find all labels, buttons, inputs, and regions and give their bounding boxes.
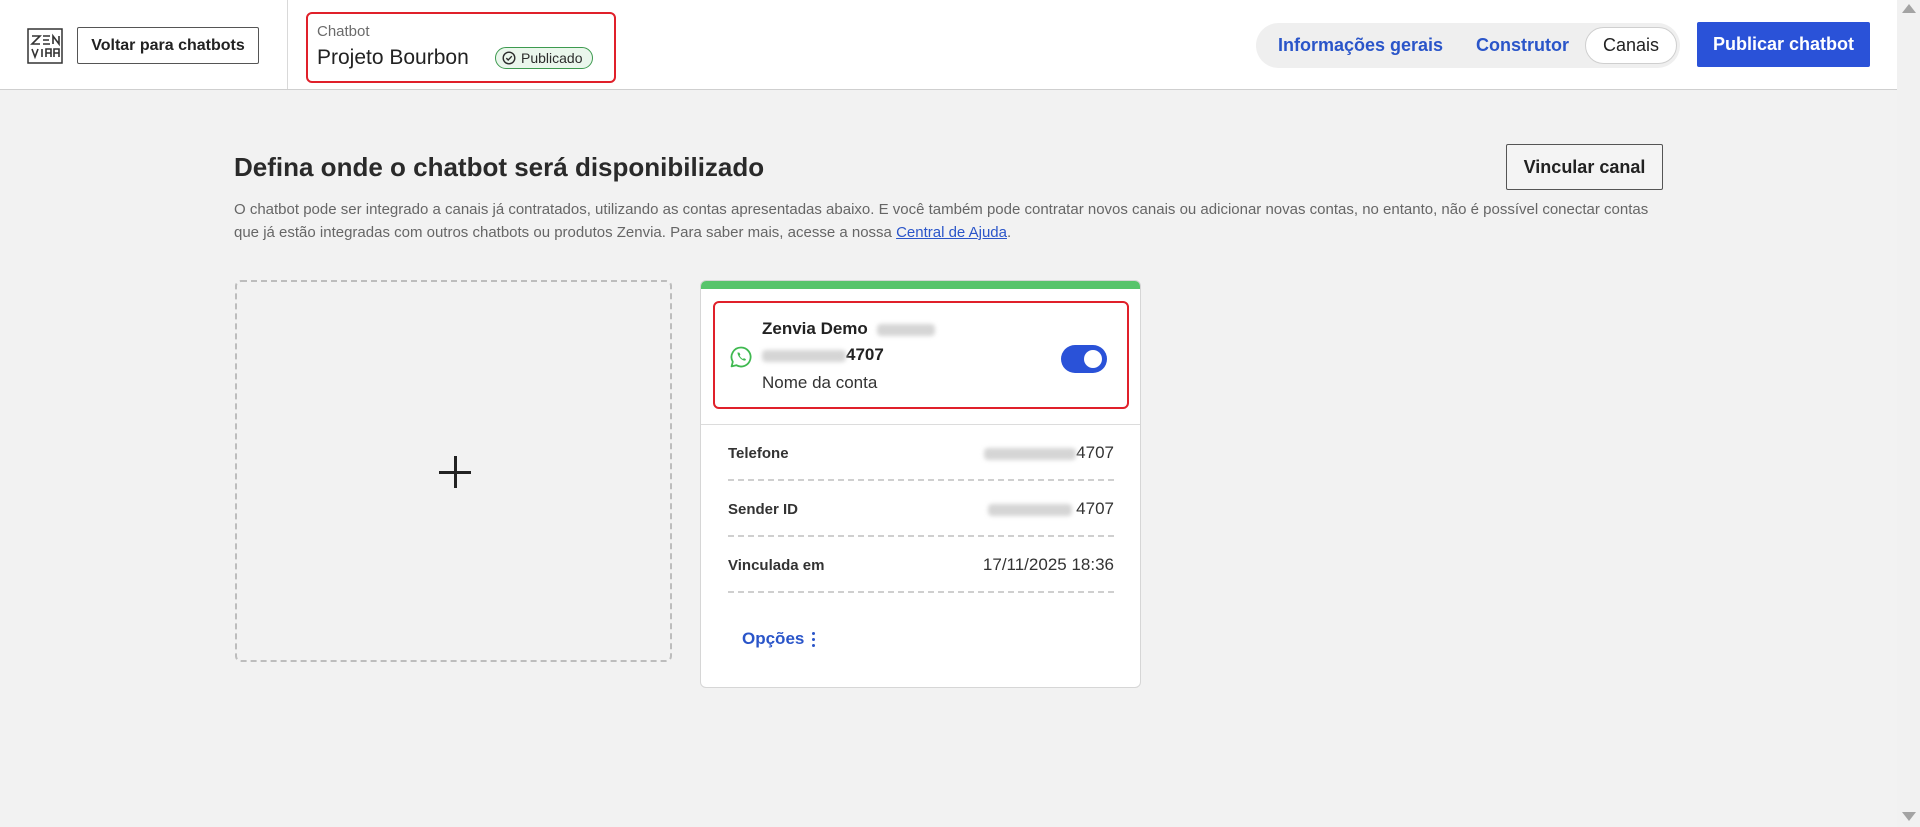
- scrollbar[interactable]: [1897, 0, 1920, 827]
- detail-value-suffix: 4707: [1076, 443, 1114, 462]
- detail-value: 4707: [984, 443, 1114, 463]
- scroll-down-arrow-icon[interactable]: [1902, 812, 1916, 821]
- toggle-knob: [1084, 350, 1102, 368]
- redacted-text: [876, 323, 935, 336]
- section-tabs: Informações gerais Construtor Canais: [1256, 23, 1680, 68]
- plus-icon: [439, 456, 471, 488]
- header-divider: [287, 0, 288, 89]
- chatbot-info-box: Chatbot Projeto Bourbon Publicado: [306, 12, 616, 83]
- detail-row-sender-id: Sender ID 4707: [728, 481, 1114, 537]
- redacted-text: [762, 349, 846, 362]
- detail-value: 4707: [988, 499, 1114, 519]
- chatbot-caption: Chatbot: [317, 23, 370, 40]
- chatbot-name: Projeto Bourbon: [317, 46, 469, 69]
- top-bar: Voltar para chatbots Chatbot Projeto Bou…: [0, 0, 1897, 90]
- back-to-chatbots-button[interactable]: Voltar para chatbots: [77, 27, 259, 64]
- detail-key: Sender ID: [728, 501, 799, 518]
- redacted-text: [988, 503, 1073, 516]
- tab-channels[interactable]: Canais: [1585, 27, 1678, 64]
- detail-value-suffix: 4707: [1076, 499, 1114, 518]
- tab-builder[interactable]: Construtor: [1476, 23, 1569, 68]
- options-label: Opções: [742, 629, 805, 648]
- account-name-text: Zenvia Demo: [762, 319, 868, 338]
- options-button[interactable]: Opções: [742, 629, 816, 649]
- page-title: Defina onde o chatbot será disponibiliza…: [234, 152, 765, 182]
- detail-row-phone: Telefone 4707: [728, 425, 1114, 481]
- whatsapp-icon: [730, 346, 752, 368]
- account-name: Zenvia Demo: [762, 319, 935, 339]
- detail-value: 17/11/2025 18:36: [982, 555, 1114, 574]
- account-number: 4707: [762, 345, 884, 365]
- link-channel-button[interactable]: Vincular canal: [1506, 144, 1663, 190]
- add-channel-card[interactable]: [235, 280, 672, 662]
- redacted-text: [984, 447, 1077, 460]
- account-box: Zenvia Demo 4707 Nome da conta: [713, 301, 1129, 409]
- status-badge-label: Publicado: [521, 50, 583, 66]
- card-status-bar: [701, 281, 1140, 289]
- account-number-suffix: 4707: [846, 345, 884, 364]
- zenvia-logo[interactable]: [27, 28, 63, 64]
- tab-general-info[interactable]: Informações gerais: [1278, 23, 1443, 68]
- description-end: .: [1006, 224, 1012, 241]
- help-center-link[interactable]: Central de Ajuda: [896, 224, 1007, 241]
- scroll-up-arrow-icon[interactable]: [1902, 4, 1916, 13]
- detail-row-linked-at: Vinculada em 17/11/2025 18:36: [728, 537, 1114, 593]
- publish-chatbot-button[interactable]: Publicar chatbot: [1697, 22, 1870, 67]
- detail-key: Vinculada em: [728, 557, 825, 574]
- channel-card: Zenvia Demo 4707 Nome da conta Telefone …: [700, 280, 1141, 688]
- status-badge: Publicado: [495, 47, 593, 69]
- page-description: O chatbot pode ser integrado a canais já…: [234, 198, 1664, 244]
- dashed-divider: [728, 591, 1114, 593]
- kebab-menu-icon: [812, 631, 816, 647]
- account-caption: Nome da conta: [762, 373, 878, 392]
- detail-key: Telefone: [728, 445, 789, 462]
- channel-toggle[interactable]: [1061, 345, 1107, 373]
- check-circle-icon: [502, 51, 516, 65]
